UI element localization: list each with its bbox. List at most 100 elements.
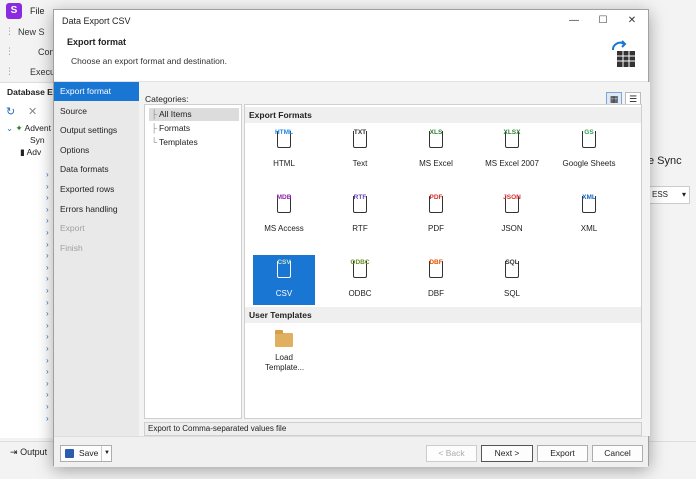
chevron-right-icon[interactable]: ›	[46, 274, 49, 283]
format-tile-csv[interactable]: CSV CSV	[253, 255, 315, 305]
chevron-right-icon[interactable]: ›	[46, 332, 49, 341]
format-label: XML	[580, 224, 598, 233]
chevron-right-icon[interactable]: ›	[46, 205, 49, 214]
chevron-right-icon[interactable]: ›	[46, 414, 49, 423]
format-label: DBF	[428, 289, 444, 298]
tree-line: └	[151, 137, 158, 147]
format-tile-dbf[interactable]: DBF DBF	[405, 255, 467, 305]
tree-node-adv[interactable]: ▮ Adv	[20, 147, 41, 158]
group-header-export-formats: Export Formats	[245, 107, 641, 123]
chevron-right-icon[interactable]: ›	[46, 170, 49, 179]
chevron-right-icon[interactable]: ›	[46, 182, 49, 191]
nav-item-options[interactable]: Options	[54, 141, 139, 160]
format-label: MS Excel 2007	[485, 159, 539, 168]
chevron-right-icon[interactable]: ›	[46, 193, 49, 202]
format-tag: GS	[584, 129, 594, 136]
format-tile-sql[interactable]: SQL SQL	[481, 255, 543, 305]
new-button[interactable]: New S	[18, 27, 45, 37]
chevron-right-icon[interactable]: ›	[46, 228, 49, 237]
format-tile-xml[interactable]: XML XML	[558, 190, 620, 240]
cancel-button[interactable]: Cancel	[592, 445, 643, 462]
save-dropdown-arrow[interactable]: ▼	[101, 446, 112, 461]
database-explorer-title: Database Ex	[7, 87, 58, 97]
chevron-right-icon[interactable]: ›	[46, 216, 49, 225]
output-label: Output	[20, 447, 48, 457]
nav-item-errors-handling[interactable]: Errors handling	[54, 200, 139, 219]
category-formats[interactable]: ├ Formats	[149, 122, 190, 135]
chevron-right-icon[interactable]: ›	[46, 321, 49, 330]
page-subtitle: Choose an export format and destination.	[71, 56, 227, 66]
maximize-button[interactable]: ☐	[589, 12, 617, 30]
chevron-right-icon[interactable]: ›	[46, 251, 49, 260]
format-tile-txt[interactable]: TXT Text	[329, 125, 391, 175]
chevron-right-icon[interactable]: ›	[46, 263, 49, 272]
chevron-right-icon[interactable]: ›	[46, 379, 49, 388]
format-tag: JSON	[503, 194, 521, 201]
load-template-label: Load Template...	[265, 353, 305, 372]
close-icon[interactable]: ✕	[28, 105, 37, 118]
chevron-right-icon[interactable]: ›	[46, 344, 49, 353]
format-tile-gs[interactable]: GS Google Sheets	[558, 125, 620, 175]
plug-icon: ✦	[15, 123, 23, 133]
toolbar-grip: ⋮	[5, 66, 14, 76]
output-icon: ⇥	[10, 447, 18, 457]
nav-item-data-formats[interactable]: Data formats	[54, 160, 139, 179]
next-button[interactable]: Next >	[481, 445, 533, 462]
formats-panel: Export Formats HTML HTML TXT Text XLS MS Exce…	[244, 104, 642, 419]
chevron-right-icon[interactable]: ›	[46, 309, 49, 318]
chevron-right-icon[interactable]: ›	[46, 390, 49, 399]
menu-file[interactable]: File	[30, 6, 45, 16]
refresh-icon[interactable]: ↻	[6, 105, 15, 118]
back-button[interactable]: < Back	[426, 445, 477, 462]
dialog-footer: Save ▼ < Back Next > Export Cancel	[54, 436, 648, 467]
save-button[interactable]: Save ▼	[60, 445, 112, 462]
format-label: Google Sheets	[562, 159, 616, 168]
categories-label: Categories:	[145, 94, 189, 104]
minimize-button[interactable]: —	[560, 12, 588, 30]
sync-combo[interactable]: ESS ▾	[648, 186, 690, 204]
format-tile-pdf[interactable]: PDF PDF	[405, 190, 467, 240]
toolbar-grip: ⋮	[5, 46, 14, 56]
format-tile-json[interactable]: JSON JSON	[481, 190, 543, 240]
nav-item-finish[interactable]: Finish	[54, 239, 139, 258]
category-templates[interactable]: └ Templates	[149, 136, 198, 149]
folder-icon	[275, 330, 293, 347]
format-tile-xlsx[interactable]: XLSX MS Excel 2007	[481, 125, 543, 175]
export-format-content: Categories: ▦ ☰ ├ All Items ├ Formats └ Templ…	[139, 82, 650, 436]
export-button[interactable]: Export	[537, 445, 588, 462]
close-button[interactable]: ✕	[618, 12, 646, 30]
chevron-right-icon[interactable]: ›	[46, 367, 49, 376]
toolbar-row-new: ⋮ New S	[0, 22, 60, 42]
format-label: SQL	[503, 289, 520, 298]
nav-item-exported-rows[interactable]: Exported rows	[54, 180, 139, 199]
chevron-right-icon[interactable]: ›	[46, 356, 49, 365]
nav-item-output-settings[interactable]: Output settings	[54, 121, 139, 140]
chevron-right-icon[interactable]: ›	[46, 402, 49, 411]
format-label: CSV	[275, 289, 293, 298]
format-tile-odbc[interactable]: ODBC ODBC	[329, 255, 391, 305]
sync-combo-value: ESS	[652, 190, 669, 199]
format-tile-html[interactable]: HTML HTML	[253, 125, 315, 175]
format-label: MS Access	[264, 224, 304, 233]
format-label: JSON	[501, 224, 523, 233]
dialog-title: Data Export CSV	[62, 16, 131, 26]
format-tile-mdb[interactable]: MDB MS Access	[253, 190, 315, 240]
format-tile-rtf[interactable]: RTF RTF	[329, 190, 391, 240]
nav-item-export[interactable]: Export	[54, 219, 139, 238]
category-all-items[interactable]: ├ All Items	[149, 108, 239, 121]
load-template-tile[interactable]: Load Template...	[253, 325, 315, 381]
format-tag: RTF	[353, 194, 367, 201]
output-button[interactable]: ⇥ Output	[10, 447, 47, 458]
chevron-right-icon[interactable]: ›	[46, 298, 49, 307]
tree-node-root[interactable]: ⌄ ✦ Advent	[6, 123, 51, 134]
nav-item-source[interactable]: Source	[54, 102, 139, 121]
format-tile-xls[interactable]: XLS MS Excel	[405, 125, 467, 175]
tree-node-sync[interactable]: Syn	[30, 135, 45, 145]
category-label: Formats	[159, 123, 191, 133]
chevron-right-icon[interactable]: ›	[46, 286, 49, 295]
toolbar-row-execute: ⋮ Execu	[0, 62, 60, 82]
nav-item-export-format[interactable]: Export format	[54, 82, 139, 101]
execute-button[interactable]: Execu	[30, 67, 55, 77]
chevron-right-icon[interactable]: ›	[46, 240, 49, 249]
toolbar-grip: ⋮	[5, 26, 14, 36]
